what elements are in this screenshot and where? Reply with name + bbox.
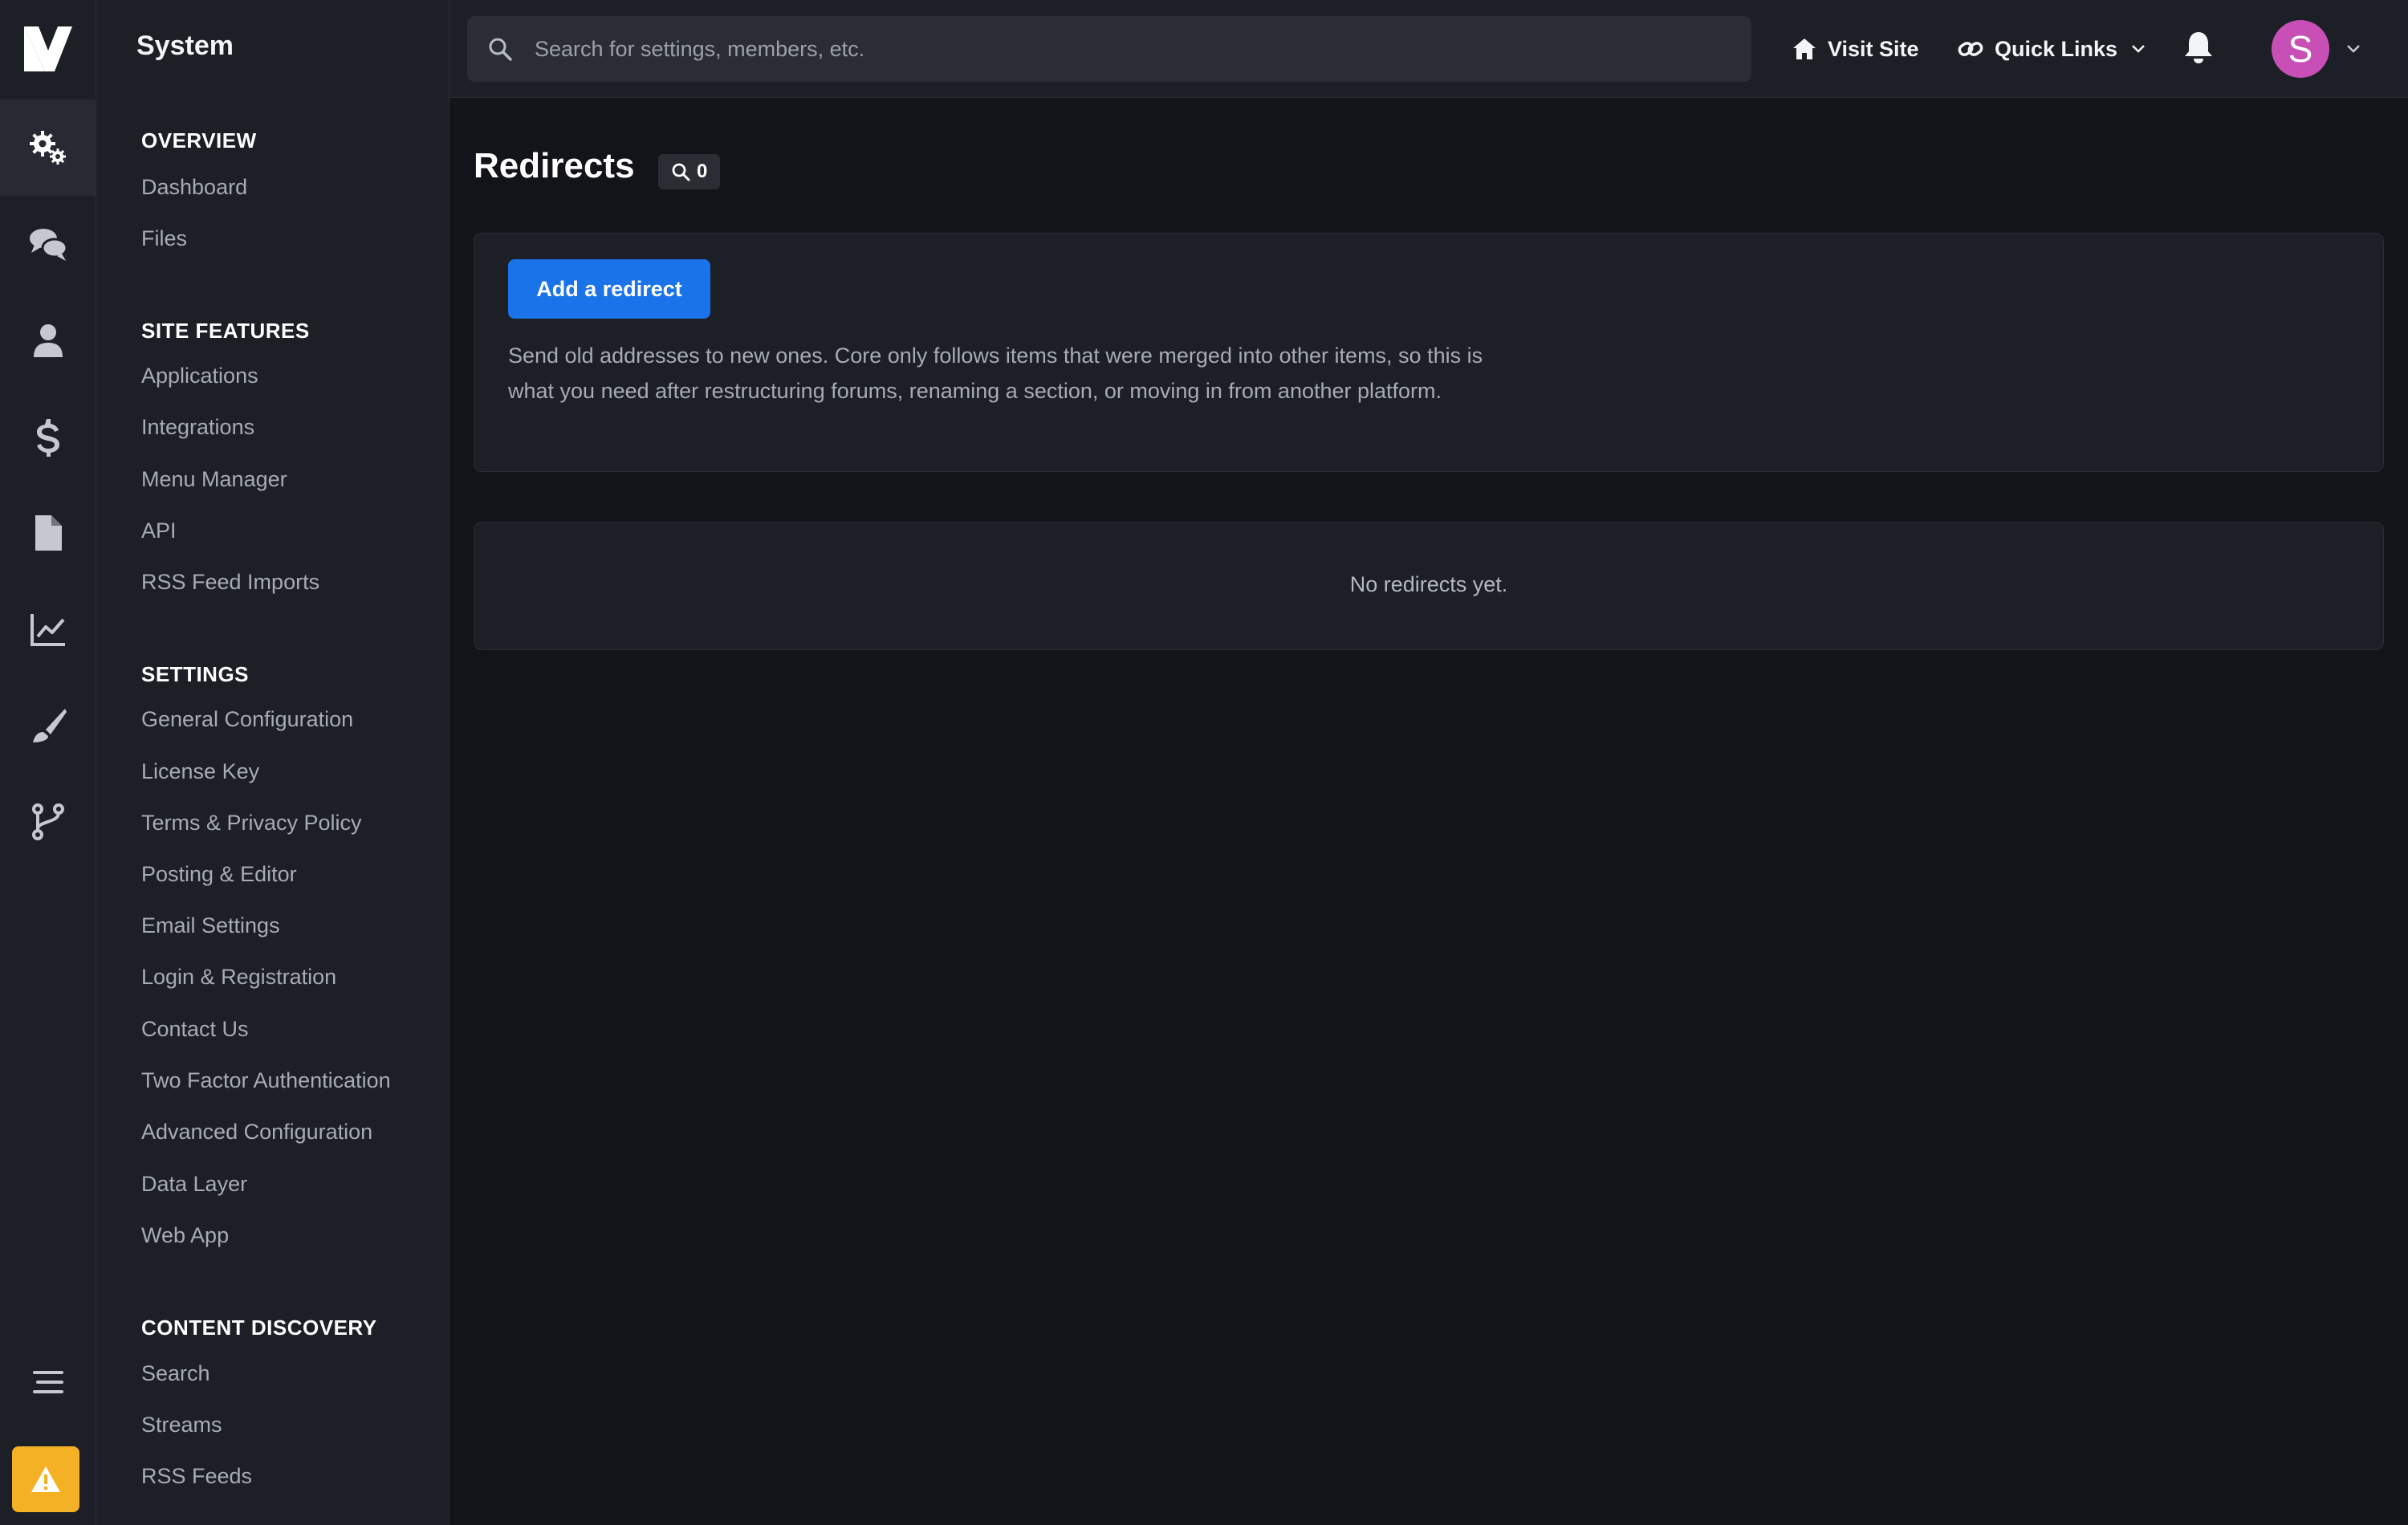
sidebar-item-streams[interactable]: Streams [141,1413,222,1438]
notifications-button[interactable] [2183,29,2214,66]
page-title: Redirects [474,146,635,185]
rail-item-stats[interactable] [0,581,96,677]
icon-rail [0,0,96,1525]
add-redirect-button[interactable]: Add a redirect [508,259,710,319]
system-gears-icon [30,131,66,165]
sidebar-item-applications[interactable]: Applications [141,364,258,388]
sidebar-item-license-key[interactable]: License Key [141,759,259,784]
sidebar-item-files[interactable]: Files [141,226,187,251]
code-branch-icon [32,803,64,840]
sidebar-item-login-registration[interactable]: Login & Registration [141,965,336,990]
section-heading-settings: SETTINGS [141,662,250,686]
rail-item-members[interactable] [0,292,96,388]
sidebar-item-dashboard[interactable]: Dashboard [141,175,247,200]
count-badge: 0 [658,154,721,189]
visit-site-label: Visit Site [1828,36,1919,61]
sidebar-item-search[interactable]: Search [141,1361,210,1386]
sidebar-item-terms-privacy[interactable]: Terms & Privacy Policy [141,811,362,836]
rail-item-customization[interactable] [0,677,96,774]
redirects-list-panel: No redirects yet. [474,522,2384,650]
dollar-icon [37,419,59,457]
sidebar-item-integrations[interactable]: Integrations [141,415,254,440]
rail-item-developer[interactable] [0,774,96,870]
rail-item-commerce[interactable] [0,388,96,485]
chevron-down-icon [2347,45,2360,53]
section-heading-content-discovery: CONTENT DISCOVERY [141,1316,377,1340]
top-bar: Visit Site Quick Links S [449,0,2408,98]
quick-links-dropdown[interactable]: Quick Links [1958,31,2146,67]
sidebar-item-rss-feed-imports[interactable]: RSS Feed Imports [141,570,319,595]
intro-panel: Add a redirect Send old addresses to new… [474,233,2384,472]
brush-icon [33,709,67,742]
redirects-description: Send old addresses to new ones. Core onl… [508,344,1483,403]
sidebar-item-advanced-configuration[interactable]: Advanced Configuration [141,1120,372,1145]
user-avatar[interactable]: S [2272,20,2329,78]
search-input[interactable] [535,16,1731,82]
warning-icon [31,1466,60,1492]
main-content: Redirects 0 Add a redirect Send old addr… [449,98,2408,1525]
chevron-down-icon [2132,45,2145,53]
sidebar-item-general-configuration[interactable]: General Configuration [141,707,353,732]
rail-item-community[interactable] [0,196,96,292]
section-heading-site-features: SITE FEATURES [141,319,310,343]
sidebar-item-rss-feeds[interactable]: RSS Feeds [141,1464,252,1489]
sidebar-item-contact-us[interactable]: Contact Us [141,1017,249,1042]
sidebar-item-posting-editor[interactable]: Posting & Editor [141,862,297,887]
chart-line-icon [31,614,65,646]
empty-state-message: No redirects yet. [1349,572,1508,596]
app-root: System OVERVIEW Dashboard Files SITE FEA… [0,0,2408,1525]
sidebar-title: System [136,31,234,61]
link-icon [1958,42,1983,56]
rail-item-system[interactable] [0,100,96,196]
home-icon [1793,39,1816,59]
sidebar-item-api[interactable]: API [141,518,177,543]
search-box [467,16,1751,82]
sidebar-item-data-layer[interactable]: Data Layer [141,1172,247,1197]
user-icon [34,324,63,357]
logo[interactable] [0,0,96,98]
section-heading-overview: OVERVIEW [141,128,257,152]
sidebar-item-web-app[interactable]: Web App [141,1223,229,1248]
menu-bars-icon [33,1371,63,1393]
warning-button[interactable] [12,1446,79,1512]
user-menu-toggle[interactable] [2345,31,2361,67]
sidebar-item-menu-manager[interactable]: Menu Manager [141,467,287,492]
quick-links-label: Quick Links [1995,36,2118,61]
sidebar-item-two-factor-authentication[interactable]: Two Factor Authentication [141,1068,391,1093]
search-icon [489,38,512,61]
count-value: 0 [697,161,708,182]
search-icon [672,163,690,181]
chat-bubbles-icon [30,229,68,261]
file-icon [35,515,62,551]
sidebar-item-email-settings[interactable]: Email Settings [141,913,280,938]
visit-site-link[interactable]: Visit Site [1792,31,1919,67]
bell-icon [2185,32,2212,63]
rail-item-content[interactable] [0,485,96,581]
collapse-menu-button[interactable] [0,1358,96,1406]
logo-icon [24,26,72,71]
sidebar: System OVERVIEW Dashboard Files SITE FEA… [96,0,449,1525]
